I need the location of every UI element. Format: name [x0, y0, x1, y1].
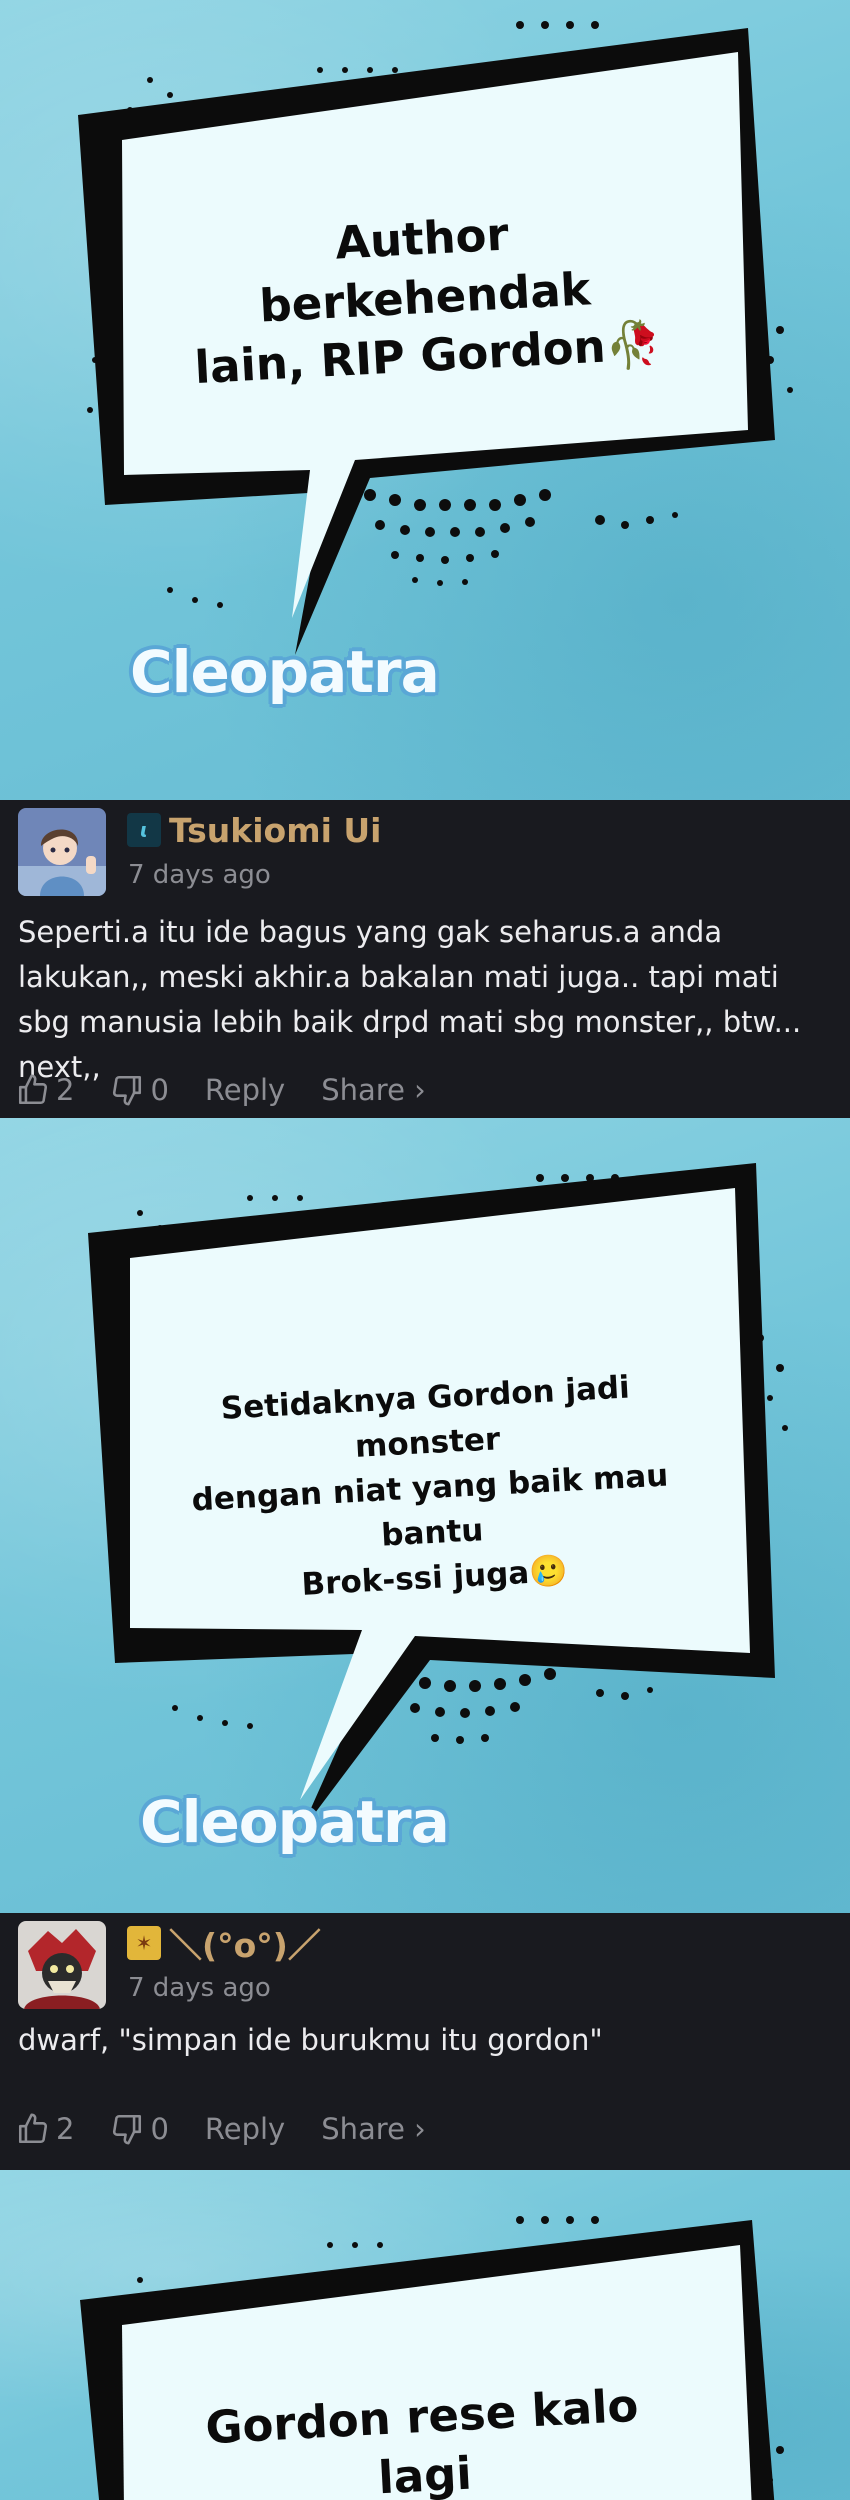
dislike-count: 0 [150, 2112, 169, 2146]
avatar[interactable] [18, 808, 106, 896]
share-button[interactable]: Share › [321, 2112, 426, 2146]
timestamp: 7 days ago [128, 1973, 271, 2003]
reply-button[interactable]: Reply [205, 1073, 285, 1107]
dislike-button[interactable]: 0 [110, 2112, 169, 2146]
like-count: 2 [56, 1073, 75, 1107]
speech-bubble-text: Setidaknya Gordon jadi monster dengan ni… [169, 1363, 690, 1614]
comment-text: Seperti.a itu ide bagus yang gak seharus… [18, 915, 802, 1084]
like-button[interactable]: 2 [16, 2112, 74, 2146]
share-button[interactable]: Share › [321, 1073, 426, 1107]
comment-card: ɩ Tsukiomi Ui 7 days ago Seperti.a itu i… [0, 800, 850, 1118]
thumbs-up-icon [18, 2113, 48, 2144]
avatar[interactable] [18, 1921, 106, 2009]
signature: Cleopatra [130, 638, 440, 706]
dislike-button[interactable]: 0 [110, 1073, 169, 1107]
username[interactable]: Tsukiomi Ui [169, 811, 382, 850]
comment-header: ✶ ＼(°o°)／ [127, 1923, 321, 1965]
rank-badge-icon: ɩ [127, 813, 161, 847]
smiling-face-with-tear-emoji: 🥲 [528, 1552, 569, 1591]
signature: Cleopatra [140, 1788, 450, 1856]
comment-card: ✶ ＼(°o°)／ 7 days ago dwarf, "simpan ide … [0, 1913, 850, 2170]
comic-panel-1: Author berkehendak lain, RIP Gordon🥀 Cle… [0, 0, 850, 800]
thumbs-down-icon [113, 1075, 142, 1106]
speech-bubble-text: Author berkehendak lain, RIP Gordon🥀 [171, 197, 679, 398]
speech-line: Brok-ssi juga [300, 1554, 531, 1603]
reply-button[interactable]: Reply [205, 2112, 285, 2146]
comic-panel-2: Setidaknya Gordon jadi monster dengan ni… [0, 1118, 850, 1913]
like-button[interactable]: 2 [16, 1073, 74, 1107]
timestamp: 7 days ago [128, 860, 271, 890]
comment-header: ɩ Tsukiomi Ui [127, 810, 382, 850]
comment-text: dwarf, "simpan ide burukmu itu gordon" [18, 2023, 603, 2057]
like-count: 2 [56, 2112, 75, 2146]
dislike-count: 0 [150, 1073, 169, 1107]
comic-panel-3: Gordon rese kalo lagi laper [0, 2170, 850, 2500]
username[interactable]: ＼(°o°)／ [169, 1919, 321, 1967]
comment-actions: 2 0 Reply Share › [16, 2109, 462, 2149]
thumbs-up-icon [18, 1074, 48, 1105]
wilted-rose-emoji: 🥀 [604, 316, 663, 373]
comment-actions: 2 0 Reply Share › [16, 1070, 462, 1110]
rank-badge-icon: ✶ [127, 1926, 161, 1960]
thumbs-down-icon [113, 2114, 142, 2145]
